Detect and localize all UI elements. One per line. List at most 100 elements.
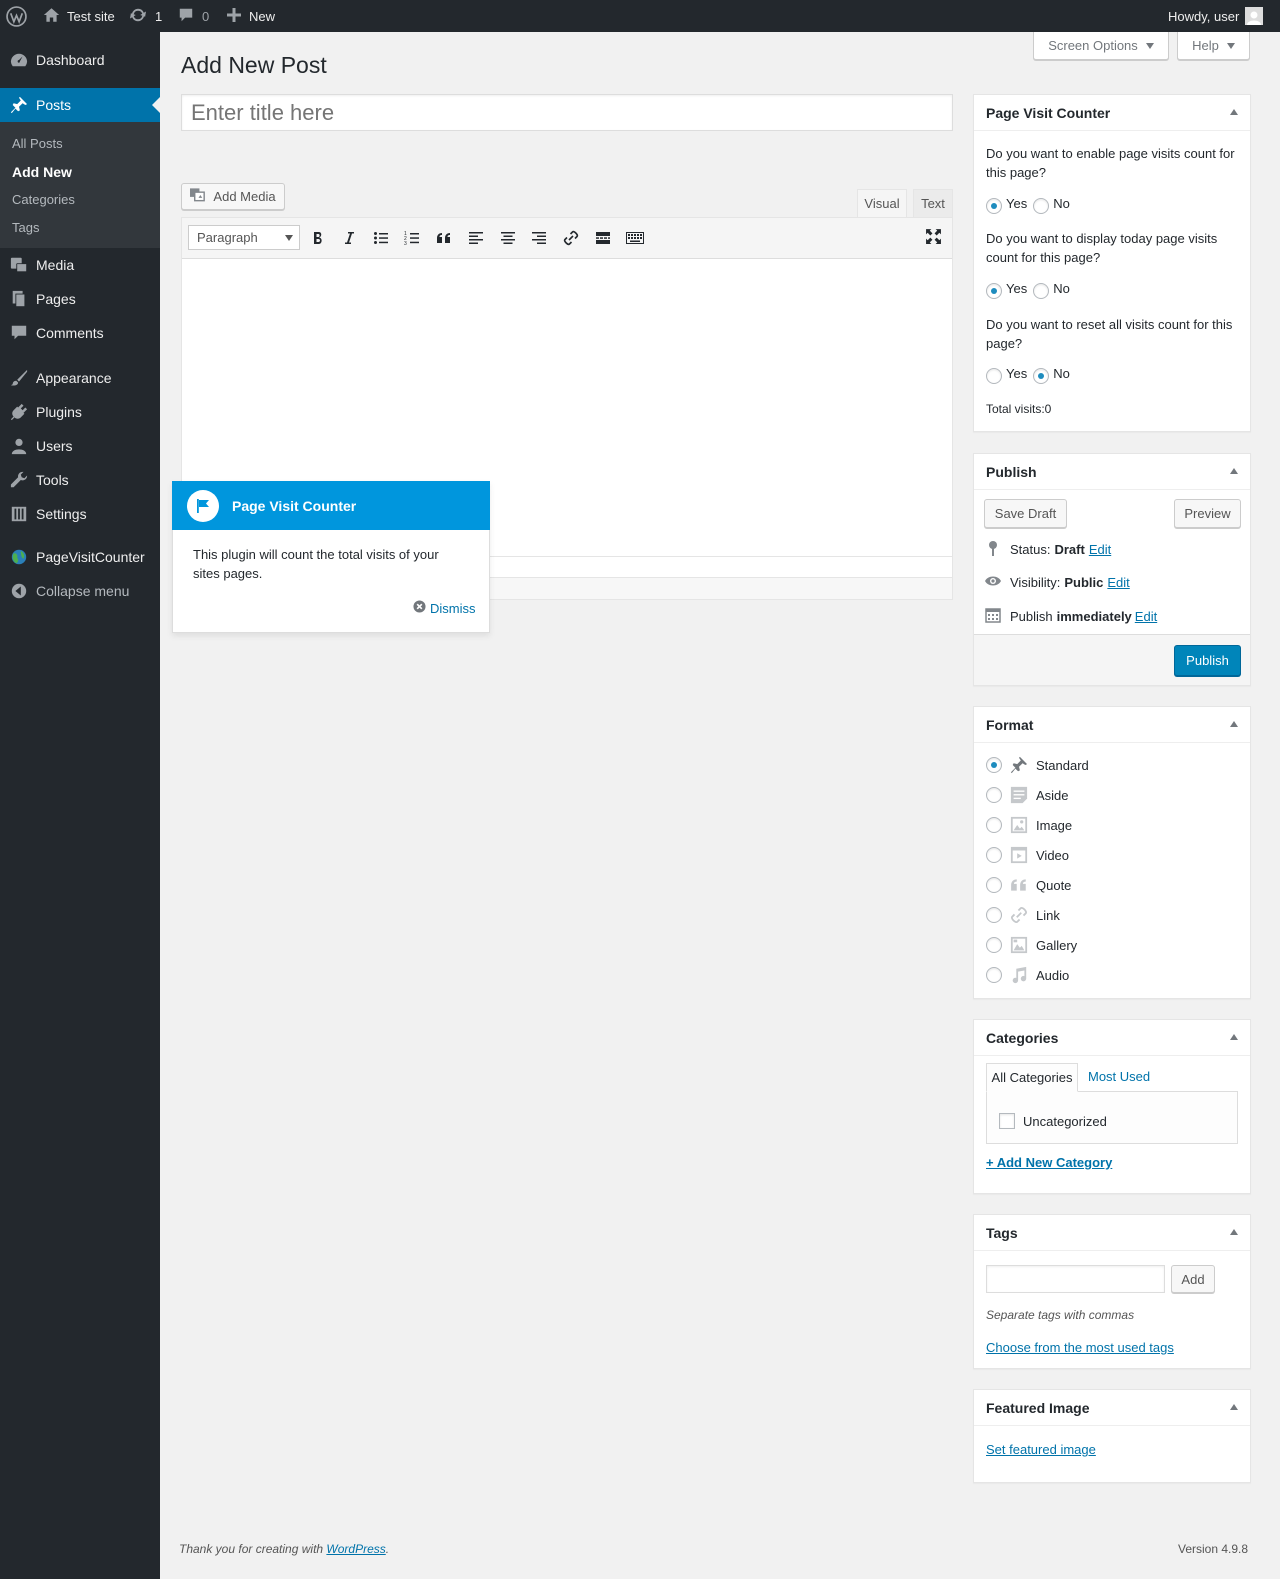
submenu-all-posts[interactable]: All Posts: [12, 136, 63, 151]
new-content-link[interactable]: New: [227, 0, 275, 32]
collapse-arrow-icon[interactable]: [1230, 109, 1238, 115]
bold-icon[interactable]: [310, 230, 326, 249]
radio-enable-no[interactable]: [1033, 198, 1050, 214]
submenu-tags[interactable]: Tags: [12, 220, 39, 235]
align-right-icon[interactable]: [531, 230, 547, 249]
edit-visibility-link[interactable]: Edit: [1107, 575, 1129, 590]
box-header[interactable]: Publish: [974, 454, 1250, 490]
footer-thanks: Thank you for creating with WordPress.: [179, 1542, 389, 1556]
format-option-quote[interactable]: Quote: [986, 875, 1071, 895]
updates-link[interactable]: 1: [129, 0, 162, 32]
menu-plugins[interactable]: Plugins: [0, 395, 160, 429]
preview-button[interactable]: Preview: [1174, 499, 1241, 528]
radio-enable-yes[interactable]: [986, 198, 1002, 214]
categories-box: Categories All Categories Most Used Unca…: [973, 1019, 1251, 1194]
set-featured-image-link[interactable]: Set featured image: [986, 1442, 1096, 1457]
box-header[interactable]: Page Visit Counter: [974, 95, 1250, 131]
format-option-standard[interactable]: Standard: [986, 755, 1089, 775]
tab-all-categories[interactable]: All Categories: [986, 1063, 1078, 1092]
menu-posts[interactable]: Posts: [0, 88, 160, 122]
menu-dashboard[interactable]: Dashboard: [0, 43, 160, 77]
menu-media[interactable]: Media: [0, 248, 160, 282]
post-title-input[interactable]: [181, 94, 953, 131]
wordpress-link[interactable]: WordPress: [326, 1542, 385, 1556]
tab-visual[interactable]: Visual: [857, 189, 907, 217]
format-option-gallery[interactable]: Gallery: [986, 935, 1077, 955]
dismiss-link[interactable]: Dismiss: [413, 600, 476, 616]
italic-icon[interactable]: [341, 230, 357, 249]
collapse-arrow-icon[interactable]: [1230, 1034, 1238, 1040]
collapse-arrow-icon[interactable]: [1230, 1404, 1238, 1410]
format-option-image[interactable]: Image: [986, 815, 1072, 835]
screen-options-button[interactable]: Screen Options: [1033, 32, 1169, 60]
radio-today-yes[interactable]: [986, 283, 1002, 299]
format-option-link[interactable]: Link: [986, 905, 1060, 925]
menu-pagevisitcounter[interactable]: PageVisitCounter: [0, 540, 160, 574]
align-center-icon[interactable]: [500, 230, 516, 249]
link-icon[interactable]: [563, 230, 579, 249]
blockquote-icon[interactable]: [436, 230, 452, 249]
format-select[interactable]: Paragraph: [188, 225, 300, 250]
menu-tools[interactable]: Tools: [0, 463, 160, 497]
add-tag-button[interactable]: Add: [1171, 1265, 1215, 1293]
tag-input[interactable]: [986, 1265, 1165, 1293]
submenu-add-new[interactable]: Add New: [12, 164, 72, 180]
radio-aside[interactable]: [986, 787, 1002, 803]
category-item[interactable]: Uncategorized: [999, 1113, 1107, 1129]
edit-status-link[interactable]: Edit: [1089, 542, 1111, 557]
align-left-icon[interactable]: [468, 230, 484, 249]
format-option-aside[interactable]: Aside: [986, 785, 1069, 805]
edit-publish-time-link[interactable]: Edit: [1135, 609, 1157, 624]
fullscreen-icon[interactable]: [925, 228, 942, 248]
menu-settings[interactable]: Settings: [0, 497, 160, 531]
tab-most-used[interactable]: Most Used: [1088, 1069, 1150, 1084]
box-header[interactable]: Featured Image: [974, 1390, 1250, 1426]
wordpress-logo-icon[interactable]: [6, 0, 27, 32]
menu-label: Pages: [36, 291, 76, 307]
add-new-category-link[interactable]: + Add New Category: [986, 1155, 1112, 1170]
tab-text[interactable]: Text: [913, 189, 953, 217]
save-draft-button[interactable]: Save Draft: [984, 499, 1067, 528]
menu-collapse[interactable]: Collapse menu: [0, 574, 160, 608]
radio-link[interactable]: [986, 907, 1002, 923]
radio-standard[interactable]: [986, 757, 1002, 773]
radio-reset-yes[interactable]: [986, 368, 1002, 384]
submenu-categories[interactable]: Categories: [12, 192, 75, 207]
radio-today-no[interactable]: [1033, 283, 1050, 299]
numbered-list-icon[interactable]: 123: [404, 230, 420, 249]
collapse-arrow-icon[interactable]: [1230, 1229, 1238, 1235]
format-option-audio[interactable]: Audio: [986, 965, 1069, 985]
bullet-list-icon[interactable]: [373, 230, 389, 249]
collapse-arrow-icon[interactable]: [1230, 721, 1238, 727]
box-header[interactable]: Categories: [974, 1020, 1250, 1056]
radio-reset-no[interactable]: [1033, 368, 1050, 384]
site-name-link[interactable]: Test site: [43, 0, 115, 32]
radio-quote[interactable]: [986, 877, 1002, 893]
comment-icon: [0, 324, 36, 342]
category-checkbox[interactable]: [999, 1113, 1015, 1129]
radio-audio[interactable]: [986, 967, 1002, 983]
toolbar-toggle-icon[interactable]: [626, 230, 644, 249]
menu-comments[interactable]: Comments: [0, 316, 160, 350]
radio-video[interactable]: [986, 847, 1002, 863]
account-menu[interactable]: Howdy, user: [1168, 0, 1264, 32]
collapse-arrow-icon[interactable]: [1230, 468, 1238, 474]
box-header[interactable]: Format: [974, 707, 1250, 743]
menu-label: PageVisitCounter: [36, 549, 145, 565]
radio-gallery[interactable]: [986, 937, 1002, 953]
add-media-button[interactable]: Add Media: [181, 183, 285, 210]
box-header[interactable]: Tags: [974, 1215, 1250, 1251]
menu-label: Settings: [36, 506, 87, 522]
format-option-video[interactable]: Video: [986, 845, 1069, 865]
comments-link[interactable]: 0: [178, 0, 209, 32]
radio-image[interactable]: [986, 817, 1002, 833]
menu-users[interactable]: Users: [0, 429, 160, 463]
help-button[interactable]: Help: [1177, 32, 1250, 60]
format-label: Audio: [1036, 967, 1070, 983]
menu-pages[interactable]: Pages: [0, 282, 160, 316]
read-more-icon[interactable]: [595, 230, 611, 249]
format-label: Aside: [1036, 787, 1069, 803]
choose-tags-link[interactable]: Choose from the most used tags: [986, 1340, 1174, 1355]
publish-button[interactable]: Publish: [1174, 645, 1241, 676]
menu-appearance[interactable]: Appearance: [0, 361, 160, 395]
